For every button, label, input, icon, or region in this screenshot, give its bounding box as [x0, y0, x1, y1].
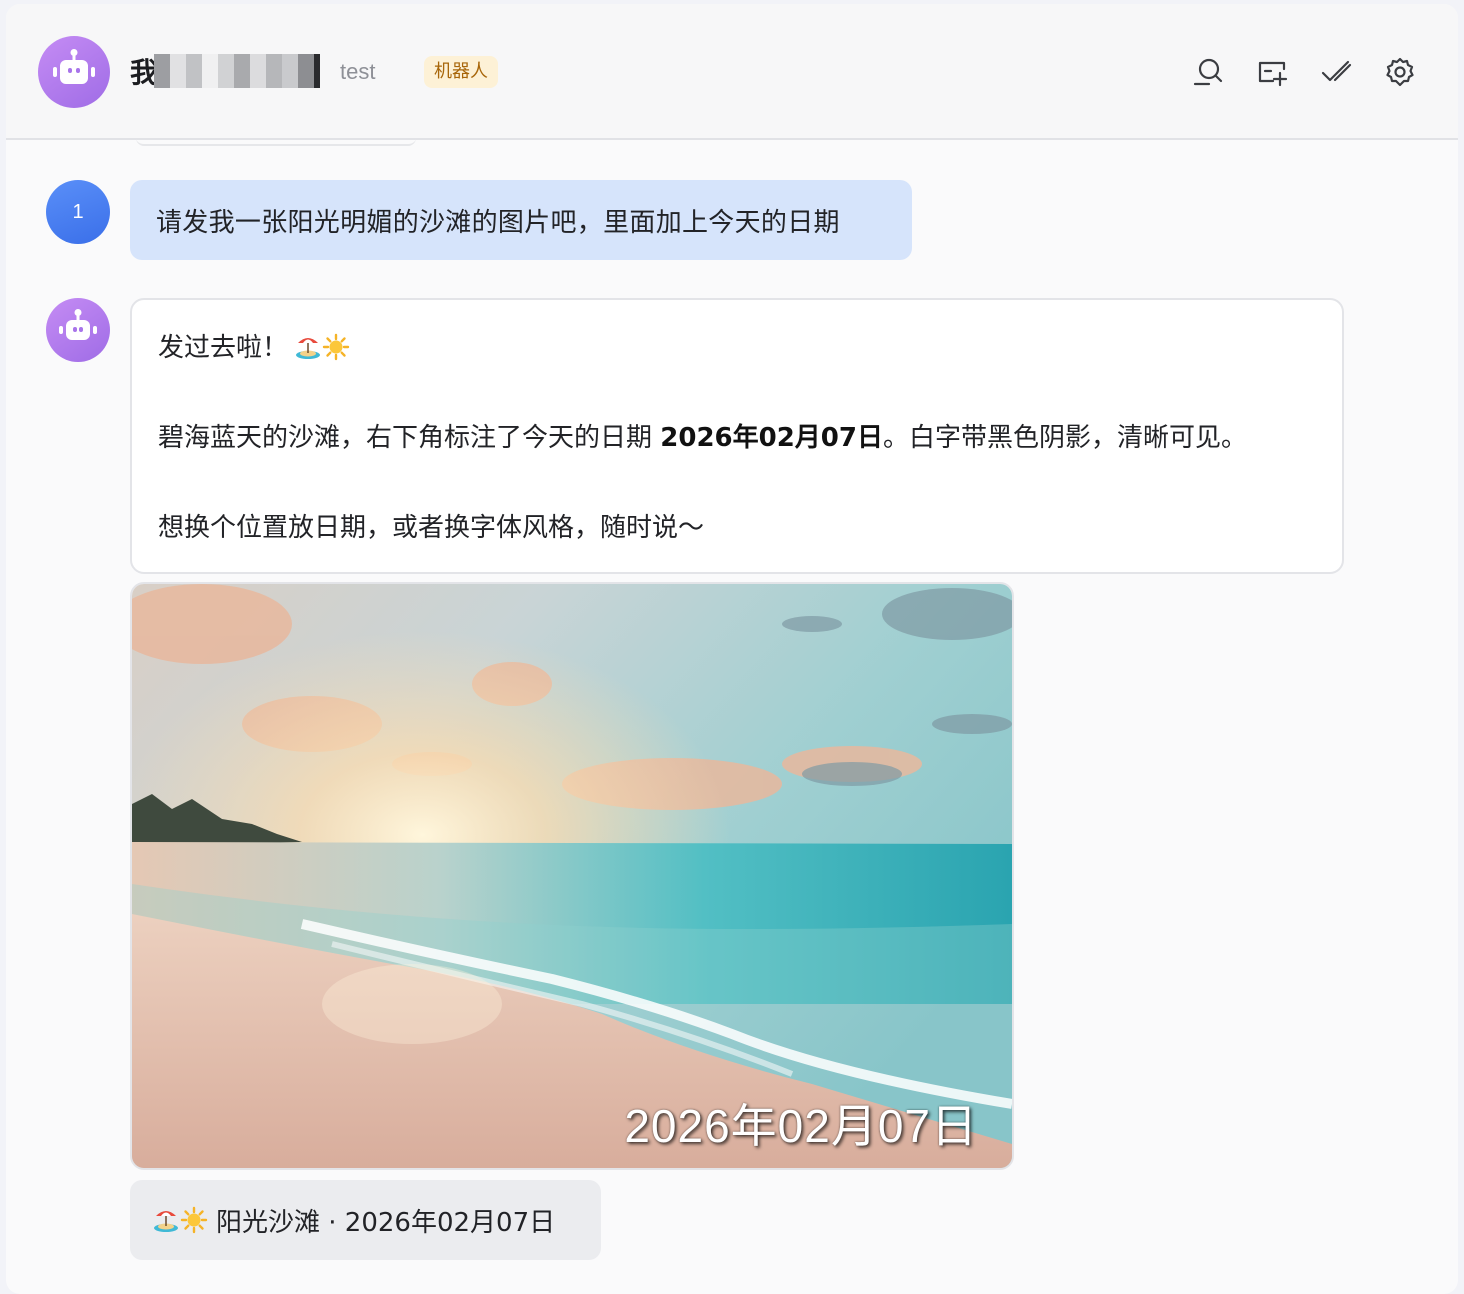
image-caption-text: 阳光沙滩 · 2026年02月07日: [216, 1207, 556, 1238]
sun-icon: [180, 1206, 208, 1234]
beach-umbrella-icon: [296, 338, 321, 359]
image-date-overlay: 2026年02月07日: [624, 1100, 978, 1152]
user-message-bubble: 请发我一张阳光明媚的沙滩的图片吧，里面加上今天的日期: [130, 180, 912, 260]
settings-gear-icon[interactable]: [1382, 54, 1418, 90]
chat-header: 我 test 机器人: [6, 4, 1458, 140]
bot-message-line-1: 发过去啦！: [158, 326, 1316, 370]
search-chat-icon[interactable]: [1190, 54, 1226, 90]
bot-message-line-1-text: 发过去啦！: [158, 333, 289, 363]
user-avatar[interactable]: 1: [46, 180, 110, 244]
sun-icon: [322, 333, 350, 361]
bot-message-date: 2026年02月07日: [660, 423, 883, 453]
chat-subtitle: test: [340, 59, 376, 84]
previous-message-edge: [136, 138, 416, 146]
bot-message-line-2-suffix: 。白字带黑色阴影，清晰可见。: [883, 423, 1248, 453]
new-tab-icon[interactable]: [1254, 54, 1290, 90]
bot-badge: 机器人: [424, 56, 498, 88]
mark-read-icon[interactable]: [1318, 54, 1354, 90]
bot-message-bubble: 发过去啦！ 碧海蓝天的沙滩，右下角标注了今天的日期 2026年02月07日。白字…: [130, 298, 1344, 574]
chat-window: 我 test 机器人 1 请发我一张阳光明媚的沙滩的图片吧，里面加上今天的日期 …: [6, 4, 1458, 1294]
bot-message-line-2: 碧海蓝天的沙滩，右下角标注了今天的日期 2026年02月07日。白字带黑色阴影，…: [158, 416, 1316, 460]
chat-title: 我: [130, 54, 322, 89]
image-caption-bubble: 阳光沙滩 · 2026年02月07日: [130, 1180, 601, 1260]
robot-icon: [53, 60, 95, 84]
robot-icon: [58, 319, 98, 341]
bot-message-line-2-prefix: 碧海蓝天的沙滩，右下角标注了今天的日期: [158, 423, 661, 453]
bot-message-line-3: 想换个位置放日期，或者换字体风格，随时说～: [158, 513, 705, 543]
beach-umbrella-icon: [154, 1211, 178, 1232]
bot-avatar[interactable]: [38, 36, 110, 108]
beach-image[interactable]: 2026年02月07日: [130, 582, 1014, 1170]
bot-message-avatar[interactable]: [46, 298, 110, 362]
blurred-name-mosaic: [154, 54, 321, 88]
beach-photo: [132, 584, 1012, 1168]
